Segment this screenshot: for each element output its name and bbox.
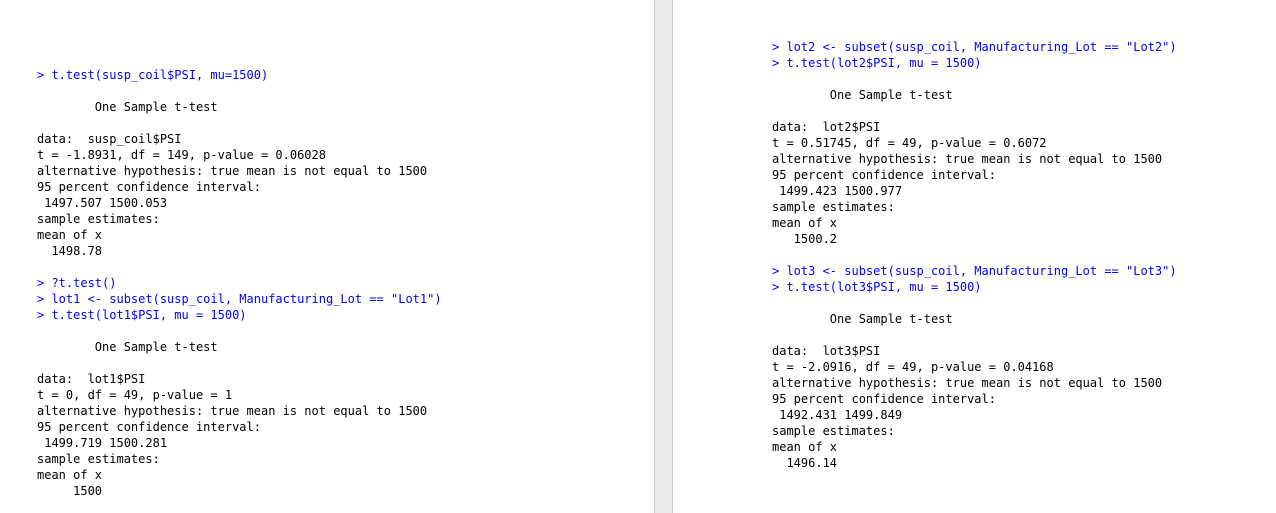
pane-splitter[interactable] <box>654 0 673 513</box>
console-output-line: t = 0, df = 49, p-value = 1 <box>37 388 233 402</box>
console-output-line: t = -1.8931, df = 149, p-value = 0.06028 <box>37 148 326 162</box>
console-output-line: mean of x <box>772 440 838 454</box>
console-output-line: data: lot1$PSI <box>37 372 146 386</box>
console-output-line: mean of x <box>37 228 103 242</box>
left-console-pane[interactable]: > t.test(susp_coil$PSI, mu=1500) One Sam… <box>0 0 654 513</box>
console-output-line: sample estimates: <box>772 424 895 438</box>
console-command-line: > t.test(lot2$PSI, mu = 1500) <box>772 56 982 70</box>
console-output-line: sample estimates: <box>772 200 895 214</box>
console-command-line: > t.test(lot1$PSI, mu = 1500) <box>37 308 247 322</box>
console-output-line: 1492.431 1499.849 <box>772 408 903 422</box>
console-command-line: > lot2 <- subset(susp_coil, Manufacturin… <box>772 40 1177 54</box>
console-output-line: One Sample t-test <box>772 312 953 326</box>
console-output-line: alternative hypothesis: true mean is not… <box>37 404 428 418</box>
console-output-line: One Sample t-test <box>37 340 218 354</box>
console-command-line: > lot3 <- subset(susp_coil, Manufacturin… <box>772 264 1177 278</box>
console-output-line: data: lot3$PSI <box>772 344 881 358</box>
console-output-line: 95 percent confidence interval: <box>772 392 996 406</box>
console-output-line: alternative hypothesis: true mean is not… <box>772 376 1163 390</box>
console-output-line: 1497.507 1500.053 <box>37 196 168 210</box>
console-output-line: sample estimates: <box>37 212 160 226</box>
console-output-line: 95 percent confidence interval: <box>37 180 261 194</box>
console-command-line: > lot1 <- subset(susp_coil, Manufacturin… <box>37 292 442 306</box>
console-output-line: mean of x <box>37 468 103 482</box>
console-output-line: data: lot2$PSI <box>772 120 881 134</box>
console-output-line: mean of x <box>772 216 838 230</box>
console-output-line: 1498.78 <box>37 244 103 258</box>
console-output-line: alternative hypothesis: true mean is not… <box>37 164 428 178</box>
console-output-line: 1500.2 <box>772 232 838 246</box>
console-command-line: > ?t.test() <box>37 276 117 290</box>
console-output-line: 1499.719 1500.281 <box>37 436 168 450</box>
console-command-line: > t.test(susp_coil$PSI, mu=1500) <box>37 68 269 82</box>
console-output-line: t = -2.0916, df = 49, p-value = 0.04168 <box>772 360 1054 374</box>
console-output-line: 1499.423 1500.977 <box>772 184 903 198</box>
console-output-line: 95 percent confidence interval: <box>772 168 996 182</box>
console-output-line: 1496.14 <box>772 456 838 470</box>
console-output-line: One Sample t-test <box>37 100 218 114</box>
console-command-line: > t.test(lot3$PSI, mu = 1500) <box>772 280 982 294</box>
console-output-line: One Sample t-test <box>772 88 953 102</box>
console-output-line: alternative hypothesis: true mean is not… <box>772 152 1163 166</box>
console-output-line: 95 percent confidence interval: <box>37 420 261 434</box>
console-output-line: sample estimates: <box>37 452 160 466</box>
console-output-line: t = 0.51745, df = 49, p-value = 0.6072 <box>772 136 1047 150</box>
console-output-line: 1500 <box>37 484 103 498</box>
console-output-line: data: susp_coil$PSI <box>37 132 182 146</box>
right-console-pane[interactable]: > lot2 <- subset(susp_coil, Manufacturin… <box>673 0 1276 513</box>
